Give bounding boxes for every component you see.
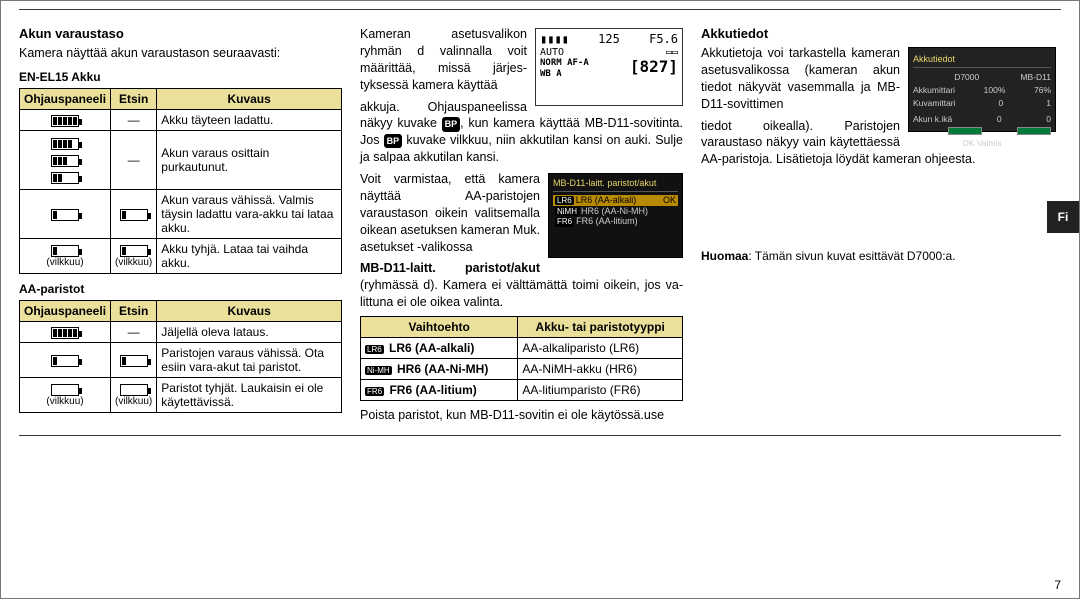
option-desc: AA-litiumparisto (FR6) xyxy=(518,380,683,401)
battery-icon xyxy=(120,245,148,257)
table-row: LR6 LR6 (AA-alkali) AA-alkaliparisto (LR6… xyxy=(361,338,683,359)
cell-desc: Akku täyteen ladattu. xyxy=(157,109,342,130)
th-etsin: Etsin xyxy=(111,300,157,321)
blink-label: (vilkkuu) xyxy=(115,257,152,268)
th-tyyppi: Akku- tai paristotyyppi xyxy=(518,317,683,338)
th-etsin: Etsin xyxy=(111,88,157,109)
table-row: (vilkkuu) (vilkkuu) Paristot tyhjät. Lau… xyxy=(20,377,342,412)
cell-dash: — xyxy=(111,130,157,189)
table-row: (vilkkuu) (vilkkuu) Akku tyhjä. Lataa ta… xyxy=(20,238,342,273)
lcd-panel-figure: ▮▮▮▮125F5.6 AUTO▭▭ NORM AF-AWB A[827] xyxy=(535,28,683,106)
cell-dash: — xyxy=(111,109,157,130)
col-2: ▮▮▮▮125F5.6 AUTO▭▭ NORM AF-AWB A[827] Ka… xyxy=(360,26,683,429)
cell-desc: Jäljellä oleva lataus. xyxy=(157,321,342,342)
manual-page: Fi Akun varaustaso Kamera näyttää akun v… xyxy=(0,0,1080,599)
lang-tab: Fi xyxy=(1047,201,1079,233)
option-name: HR6 (AA-Ni-MH) xyxy=(397,362,488,376)
heading-aa: AA-paristot xyxy=(19,282,342,296)
code-icon: FR6 xyxy=(365,387,384,396)
battery-icon xyxy=(51,115,79,127)
battery-icon xyxy=(120,209,148,221)
table-battery-type: Vaihtoehto Akku- tai paristotyyppi LR6 L… xyxy=(360,316,683,401)
option-desc: AA-NiMH-akku (HR6) xyxy=(518,359,683,380)
code-icon: LR6 xyxy=(365,345,384,354)
table-row: Ni-MH HR6 (AA-Ni-MH) AA-NiMH-akku (HR6) xyxy=(361,359,683,380)
battery-icon xyxy=(51,355,79,367)
p-bp: akkuja. Ohjauspaneelissa näkyy kuvake BP… xyxy=(360,99,683,167)
battery-icon xyxy=(51,172,79,184)
text: (ryhmässä d). Kamera ei välttämättä toim… xyxy=(360,278,683,309)
battery-icon xyxy=(51,138,79,150)
cell-desc: Akun varaus osittain purkautunut. xyxy=(157,130,342,189)
cell-desc: Akun varaus vähissä. Valmis täysin ladat… xyxy=(157,189,342,238)
page-number: 7 xyxy=(1054,578,1061,592)
note-text: : Tämän sivun kuvat esittävät D7000:a. xyxy=(748,249,955,263)
battery-icon xyxy=(51,155,79,167)
option-desc: AA-alkaliparisto (LR6) xyxy=(518,338,683,359)
blink-label: (vilkkuu) xyxy=(115,396,152,407)
p-remove: Poista paristot, kun MB-D11-sovitin ei o… xyxy=(360,407,683,424)
blink-label: (vilkkuu) xyxy=(24,257,106,268)
th-ohj: Ohjauspaneeli xyxy=(20,88,111,109)
p-mbd: MB-D11-laitt. paristot/akut (ryhmässä d)… xyxy=(360,260,683,311)
columns: Akun varaustaso Kamera näyttää akun vara… xyxy=(19,26,1061,429)
heading-akkutiedot: Akkutiedot xyxy=(701,26,1056,41)
rule-top xyxy=(19,9,1061,10)
cell-desc: Paristojen varaus vähissä. Ota esiin var… xyxy=(157,342,342,377)
cell-desc: Paristot tyhjät. Laukaisin ei ole käytet… xyxy=(157,377,342,412)
battery-icon xyxy=(51,209,79,221)
table-row: FR6 FR6 (AA-litium) AA-litiumparisto (FR6… xyxy=(361,380,683,401)
battery-icon xyxy=(120,355,148,367)
th-kuvaus: Kuvaus xyxy=(157,300,342,321)
menu-title: MB-D11-laitt. paristot/akut xyxy=(553,178,678,192)
col-1: Akun varaustaso Kamera näyttää akun vara… xyxy=(19,26,342,429)
cell-desc: Akku tyhjä. Lataa tai vaihda akku. xyxy=(157,238,342,273)
rule-bottom xyxy=(19,435,1061,436)
blink-label: (vilkkuu) xyxy=(24,396,106,407)
battery-icon xyxy=(51,245,79,257)
table-row: — Jäljellä oleva lataus. xyxy=(20,321,342,342)
table-enel15: Ohjauspaneeli Etsin Kuvaus — Akku täytee… xyxy=(19,88,342,274)
code-icon: Ni-MH xyxy=(365,366,392,375)
cell-dash: — xyxy=(111,321,157,342)
heading-battery-level: Akun varaustaso xyxy=(19,26,342,41)
option-name: LR6 (AA-alkali) xyxy=(389,341,474,355)
note: Huomaa: Tämän sivun kuvat esittävät D700… xyxy=(701,248,1056,264)
mbd-label: MB-D11-laitt. paristot/akut xyxy=(360,261,540,275)
table-row: Paristojen varaus vähissä. Ota esiin var… xyxy=(20,342,342,377)
col-3: Akkutiedot Akkutiedot D7000MB-D11 Akkumi… xyxy=(701,26,1056,429)
bp-icon: BP xyxy=(442,117,461,131)
p-intro: Kamera näyttää akun varaustason seuraava… xyxy=(19,45,342,62)
table-row: — Akku täyteen ladattu. xyxy=(20,109,342,130)
th-vaihto: Vaihtoehto xyxy=(361,317,518,338)
menu-figure: MB-D11-laitt. paristot/akut LR6LR6 (AA-a… xyxy=(548,173,683,258)
note-label: Huomaa xyxy=(701,249,748,263)
table-aa: Ohjauspaneeli Etsin Kuvaus — Jäljellä ol… xyxy=(19,300,342,413)
text: kuvake vilkkuu, niin akkutilan kansi on … xyxy=(360,133,683,164)
bp-icon: BP xyxy=(384,134,403,148)
th-ohj: Ohjauspaneeli xyxy=(20,300,111,321)
battery-icon xyxy=(51,384,79,396)
info-panel-figure: Akkutiedot D7000MB-D11 Akkumittari100%76… xyxy=(908,47,1056,132)
panel-ok: OK Valmis xyxy=(913,138,1051,149)
heading-enel15: EN-EL15 Akku xyxy=(19,70,342,84)
panel-title: Akkutiedot xyxy=(913,54,1051,68)
battery-icon xyxy=(51,327,79,339)
option-name: FR6 (AA-litium) xyxy=(389,383,476,397)
th-kuvaus: Kuvaus xyxy=(157,88,342,109)
table-row: Akun varaus vähissä. Valmis täysin ladat… xyxy=(20,189,342,238)
battery-icon xyxy=(120,384,148,396)
